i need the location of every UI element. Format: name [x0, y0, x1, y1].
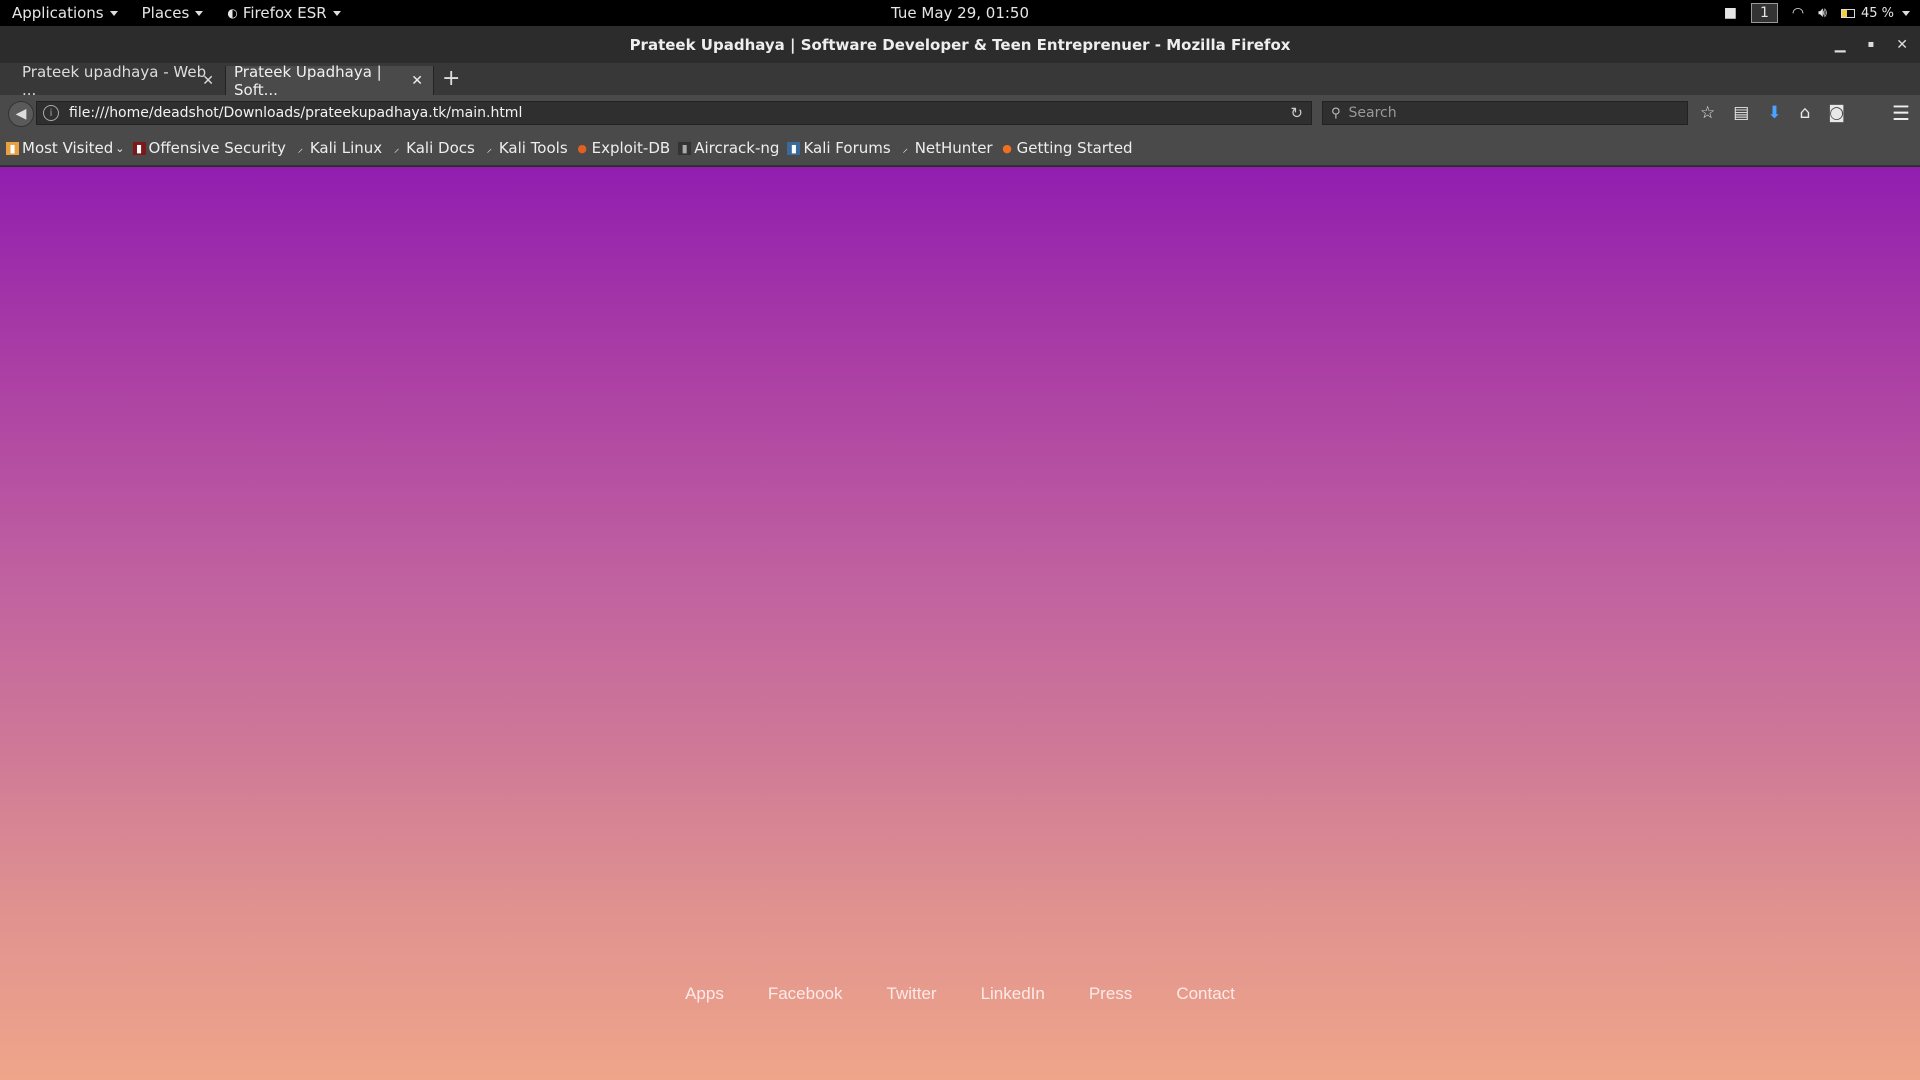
download-arrow-icon[interactable]: ⬇	[1767, 103, 1781, 123]
bookmark-kali-forums[interactable]: ▮ Kali Forums	[787, 139, 891, 157]
new-tab-plus-icon[interactable]: +	[442, 66, 460, 91]
footer-link-linkedin[interactable]: LinkedIn	[981, 984, 1045, 1004]
volume-icon[interactable]: 🔊︎	[1818, 5, 1827, 21]
bookmark-label: NetHunter	[914, 139, 993, 157]
close-tab-icon[interactable]: ✕	[411, 73, 423, 89]
chevron-down-icon	[332, 10, 341, 16]
firefox-menu-label: Firefox ESR	[242, 4, 327, 22]
url-text[interactable]: file:///home/deadshot/Downloads/prateeku…	[69, 105, 522, 121]
bookmark-label: Aircrack-ng	[694, 139, 780, 157]
close-tab-icon[interactable]: ✕	[202, 73, 214, 89]
bookmark-offensive-security[interactable]: ▮ Offensive Security	[132, 139, 286, 157]
bookmark-label: Offensive Security	[148, 139, 286, 157]
chevron-down-icon[interactable]	[1902, 10, 1910, 16]
footer-link-press[interactable]: Press	[1089, 984, 1132, 1004]
hamburger-menu-icon[interactable]: ☰	[1892, 101, 1910, 125]
minimize-icon[interactable]: ▁	[1835, 37, 1846, 53]
window-titlebar: Prateek Upadhaya | Software Developer & …	[0, 26, 1920, 63]
url-bar[interactable]: i file:///home/deadshot/Downloads/pratee…	[36, 101, 1312, 125]
bookmarks-toolbar: ▮ Most Visited ⌄ ▮ Offensive Security ⸝ …	[0, 131, 1920, 166]
bookmark-label: Kali Docs	[406, 139, 475, 157]
kali-dragon-icon: ⸝	[486, 141, 493, 155]
bookmark-exploit-db[interactable]: ● Exploit-DB	[576, 139, 671, 157]
footer-nav: Apps Facebook Twitter LinkedIn Press Con…	[0, 984, 1920, 1004]
bookmark-star-icon[interactable]: ☆	[1700, 103, 1715, 123]
bookmark-label: Kali Linux	[309, 139, 383, 157]
bookmark-kali-linux[interactable]: ⸝ Kali Linux	[294, 139, 383, 157]
home-icon[interactable]: ⌂	[1800, 103, 1811, 123]
tab-label: Prateek upadhaya - Web ...	[22, 62, 207, 99]
exploit-db-icon: ●	[577, 141, 587, 155]
kali-forums-icon: ▮	[787, 141, 801, 155]
bookmark-label: Exploit-DB	[591, 139, 671, 157]
navigation-toolbar: ◀ i file:///home/deadshot/Downloads/prat…	[0, 95, 1920, 131]
chevron-down-icon	[195, 10, 204, 16]
footer-link-facebook[interactable]: Facebook	[768, 984, 843, 1004]
window-controls: ▁ ▪ ✕	[1835, 26, 1908, 63]
search-icon: ⚲	[1331, 105, 1341, 121]
window-title: Prateek Upadhaya | Software Developer & …	[629, 35, 1291, 54]
bookmark-label: Kali Forums	[803, 139, 891, 157]
toolbar-icons: ☆ ▤ ⬇ ⌂ ◙	[1700, 101, 1845, 125]
applications-menu[interactable]: Applications	[0, 0, 130, 26]
aircrack-icon: ▮	[678, 141, 692, 155]
system-top-bar: Applications Places ◐ Firefox ESR Tue Ma…	[0, 0, 1920, 26]
footer-link-contact[interactable]: Contact	[1176, 984, 1235, 1004]
wifi-icon[interactable]: ◠	[1792, 5, 1804, 21]
bookmark-label: Getting Started	[1016, 139, 1133, 157]
firefox-icon: ◐	[227, 6, 238, 20]
tab-strip: Prateek upadhaya - Web ... ✕ Prateek Upa…	[0, 63, 1920, 99]
folder-icon: ▮	[6, 141, 19, 155]
bookmark-kali-docs[interactable]: ⸝ Kali Docs	[390, 139, 475, 157]
reading-list-icon[interactable]: ▤	[1733, 103, 1749, 123]
kali-dragon-icon: ⸝	[393, 141, 400, 155]
page-content: Apps Facebook Twitter LinkedIn Press Con…	[0, 167, 1920, 1080]
search-box[interactable]: ⚲	[1322, 101, 1688, 125]
chevron-down-icon: ⌄	[115, 141, 125, 155]
info-icon[interactable]: i	[43, 105, 59, 121]
footer-link-apps[interactable]: Apps	[685, 984, 724, 1004]
bookmark-most-visited[interactable]: ▮ Most Visited ⌄	[6, 139, 125, 157]
bookmark-nethunter[interactable]: ⸝ NetHunter	[899, 139, 993, 157]
kali-dragon-icon: ⸝	[902, 141, 908, 155]
bookmark-label: Kali Tools	[498, 139, 568, 157]
workspace-indicator[interactable]: 1	[1751, 3, 1778, 23]
bookmark-getting-started[interactable]: ● Getting Started	[1001, 139, 1133, 157]
bookmark-label: Most Visited	[22, 139, 114, 157]
search-input[interactable]	[1346, 104, 1651, 122]
tab-software-developer[interactable]: Prateek Upadhaya | Soft... ✕	[225, 63, 434, 99]
bookmark-aircrack-ng[interactable]: ▮ Aircrack-ng	[678, 139, 779, 157]
system-tray: ■ 1 ◠ 🔊︎ 45 %	[1724, 0, 1910, 26]
offsec-icon: ▮	[132, 141, 146, 155]
back-arrow-icon[interactable]: ◀	[8, 101, 34, 127]
chevron-down-icon	[109, 10, 118, 16]
bookmark-kali-tools[interactable]: ⸝ Kali Tools	[483, 139, 568, 157]
close-icon[interactable]: ✕	[1896, 37, 1908, 53]
battery-percent[interactable]: 45 %	[1861, 6, 1894, 21]
kali-dragon-icon: ⸝	[297, 141, 304, 155]
footer-link-twitter[interactable]: Twitter	[887, 984, 937, 1004]
firefox-icon: ●	[1002, 141, 1012, 155]
firefox-app-menu[interactable]: ◐ Firefox ESR	[215, 0, 352, 26]
applications-label: Applications	[12, 4, 104, 22]
reload-icon[interactable]: ↻	[1290, 104, 1303, 122]
maximize-icon[interactable]: ▪	[1867, 39, 1874, 50]
places-label: Places	[141, 4, 190, 22]
pocket-icon[interactable]: ◙	[1828, 103, 1845, 123]
places-menu[interactable]: Places	[130, 0, 216, 26]
battery-icon[interactable]	[1840, 8, 1855, 18]
video-camera-icon[interactable]: ■	[1724, 5, 1737, 21]
tab-label: Prateek Upadhaya | Soft...	[234, 62, 382, 99]
tab-web-developer[interactable]: Prateek upadhaya - Web ... ✕	[0, 63, 224, 99]
